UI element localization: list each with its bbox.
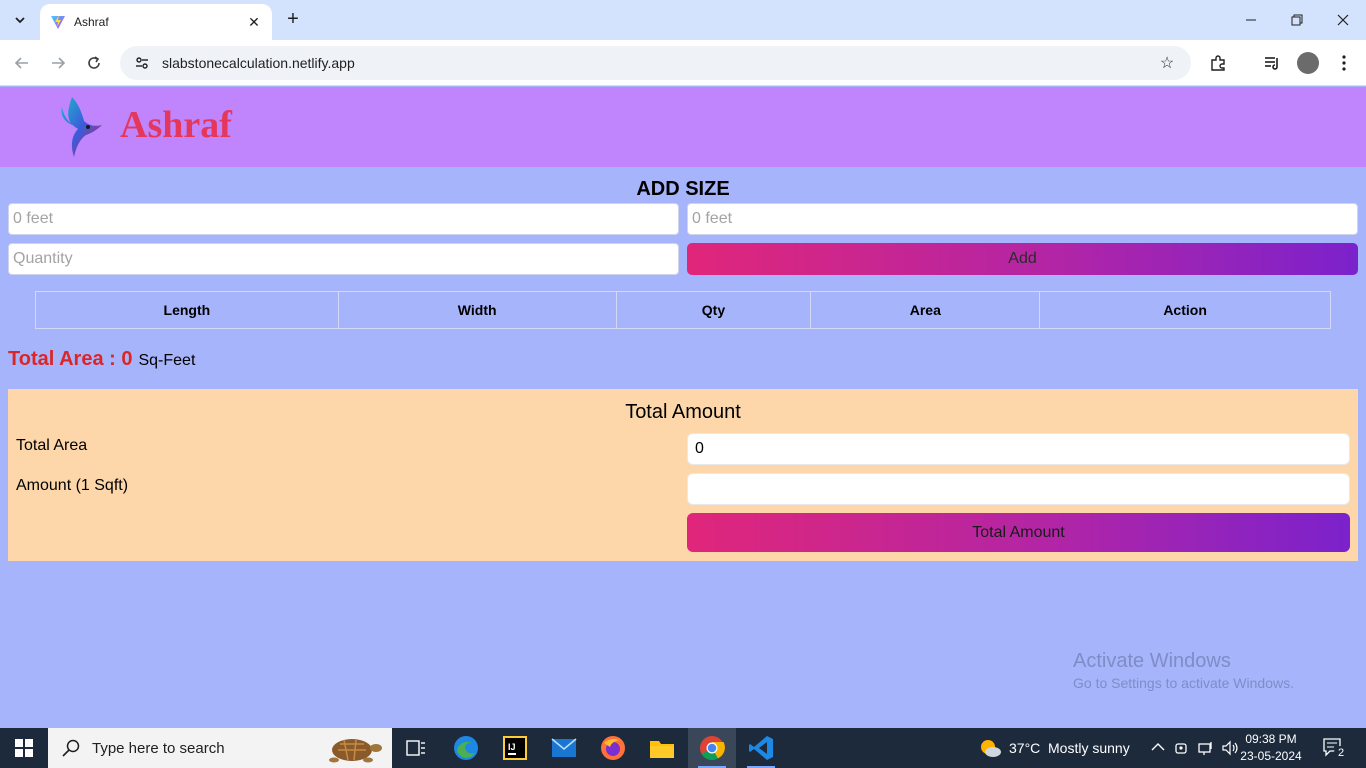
total-amount-title: Total Amount [625,401,741,423]
taskbar-app-firefox[interactable] [589,728,637,768]
taskbar-app-vscode[interactable] [737,728,785,768]
arrow-right-icon [52,57,66,69]
tab-title: Ashraf [74,15,109,29]
start-button[interactable] [0,728,48,768]
site-settings-icon[interactable] [134,55,150,71]
windows-taskbar: Type here to search IJ 37°C Mostly sunny [0,728,1366,768]
new-tab-button[interactable]: + [282,8,304,32]
total-area-summary: Total Area : 0 Sq-Feet [8,348,195,371]
column-header-length: Length [35,291,339,329]
restore-button[interactable] [1274,0,1320,40]
weather-sun-icon [981,740,1001,757]
browser-titlebar: Ashraf ✕ + [0,0,1366,40]
vscode-icon [749,736,773,760]
hummingbird-logo-icon [61,97,102,157]
reload-button[interactable] [82,51,106,75]
watermark-line-2: Go to Settings to activate Windows. [1073,675,1294,691]
quantity-input[interactable] [8,243,679,275]
profile-avatar[interactable] [1296,51,1320,75]
minimize-icon [1246,19,1256,21]
turtle-illustration-icon [329,739,382,763]
clock-time: 09:38 PM [1245,732,1297,746]
weather-text[interactable]: Mostly sunny [1048,740,1130,756]
mail-icon [551,738,577,757]
activate-windows-watermark: Activate Windows Go to Settings to activ… [1073,650,1294,691]
media-control-icon[interactable] [1260,51,1284,75]
address-bar[interactable]: slabstonecalculation.netlify.app ☆ [120,46,1191,80]
total-area-unit: Sq-Feet [138,352,196,369]
minimize-button[interactable] [1228,0,1274,40]
clock-date: 23-05-2024 [1240,749,1302,763]
notification-count: 2 [1334,746,1348,760]
back-button[interactable] [10,51,34,75]
edge-icon [454,736,478,760]
chrome-icon [700,736,725,761]
total-amount-panel: Total Amount Total Area 0 Amount (1 Sqft… [8,389,1358,561]
firefox-icon [601,736,625,760]
column-header-width: Width [337,291,617,329]
taskbar-clock[interactable]: 09:38 PM 23-05-2024 [1240,731,1302,765]
intellij-icon: IJ [503,736,527,760]
add-size-title: ADD SIZE [636,178,730,200]
close-icon [1337,14,1349,26]
svg-text:IJ: IJ [508,742,516,752]
browser-toolbar: slabstonecalculation.netlify.app ☆ [0,40,1366,86]
taskbar-search[interactable]: Type here to search [48,728,392,768]
taskbar-app-mail[interactable] [540,728,588,768]
network-icon[interactable] [1198,740,1216,756]
add-button[interactable]: Add [687,243,1358,275]
volume-icon[interactable] [1222,740,1240,756]
column-header-action: Action [1039,291,1331,329]
taskbar-app-file-explorer[interactable] [638,728,686,768]
task-view-button[interactable] [392,728,440,768]
width-input[interactable] [687,203,1358,235]
taskbar-app-chrome[interactable] [688,728,736,768]
chevron-down-icon [15,17,25,24]
weather-temp[interactable]: 37°C [1009,740,1040,756]
brand-name: Ashraf [120,104,232,146]
more-menu-icon[interactable] [1332,51,1356,75]
search-icon [62,739,80,757]
forward-button[interactable] [46,51,70,75]
watermark-line-1: Activate Windows [1073,650,1231,672]
site-header: Ashraf [0,87,1366,167]
close-window-button[interactable] [1320,0,1366,40]
total-amount-button[interactable]: Total Amount [687,513,1350,552]
length-input[interactable] [8,203,679,235]
windows-logo-icon [15,739,33,757]
total-area-field[interactable]: 0 [687,433,1350,465]
taskbar-app-edge[interactable] [442,728,490,768]
reload-icon [88,56,100,69]
notification-center-button[interactable]: 2 [1322,736,1348,760]
tab-search-button[interactable] [6,8,34,32]
taskbar-app-intellij[interactable]: IJ [491,728,539,768]
amount-per-sqft-label: Amount (1 Sqft) [16,477,129,494]
browser-tab[interactable]: Ashraf ✕ [40,4,272,40]
column-header-qty: Qty [615,291,812,329]
total-area-field-label: Total Area [16,437,88,454]
chevron-up-icon[interactable] [1151,742,1165,752]
meet-now-icon[interactable] [1174,740,1190,756]
restore-icon [1291,14,1303,26]
tab-close-icon[interactable]: ✕ [246,14,262,31]
url-text[interactable]: slabstonecalculation.netlify.app [162,55,1155,71]
task-view-icon [406,740,425,756]
amount-per-sqft-input[interactable] [687,473,1350,505]
column-header-area: Area [810,291,1041,329]
vite-favicon-icon [51,15,65,29]
extensions-icon[interactable] [1206,51,1230,75]
total-area-label: Total Area : 0 [8,348,133,370]
bookmark-star-icon[interactable]: ☆ [1155,51,1179,75]
size-table: Length Width Qty Area Action [35,291,1331,329]
folder-icon [650,741,674,758]
search-placeholder: Type here to search [92,739,225,757]
table-header-row: Length Width Qty Area Action [35,291,1331,329]
arrow-left-icon [14,57,28,69]
